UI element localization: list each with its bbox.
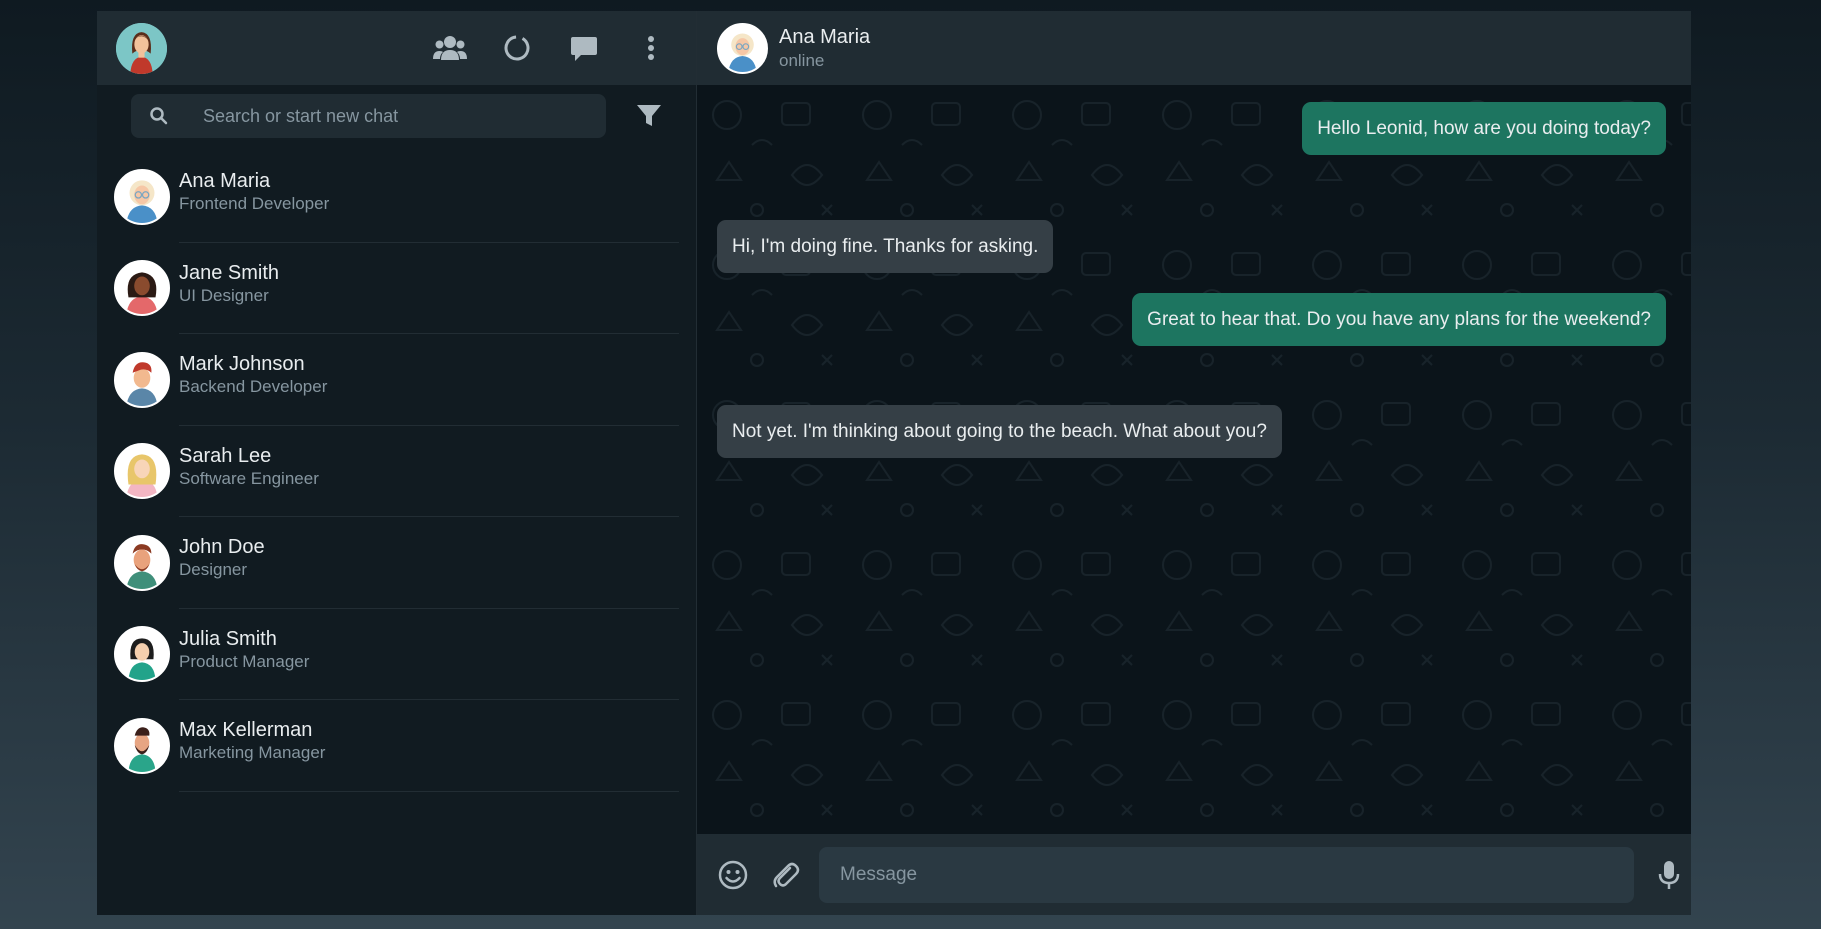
chat-app: Ana Maria Frontend Developer Jane Smith … (97, 11, 1691, 915)
chat-list-item[interactable]: John Doe Designer (97, 517, 696, 609)
sidebar: Ana Maria Frontend Developer Jane Smith … (97, 11, 697, 915)
chat-name: John Doe (179, 536, 265, 559)
filter-icon[interactable] (632, 99, 666, 133)
composer (697, 834, 1691, 915)
chat-name: Jane Smith (179, 261, 280, 284)
attach-icon[interactable] (767, 857, 803, 893)
chat-subtitle: UI Designer (179, 285, 269, 305)
search-row (97, 85, 696, 147)
status-icon[interactable] (500, 31, 534, 65)
contact-avatar (114, 260, 170, 317)
contact-avatar (114, 168, 170, 225)
chat-subtitle: Designer (179, 560, 248, 580)
message-bubble-outgoing[interactable]: Great to hear that. Do you have any plan… (1132, 293, 1666, 346)
my-avatar[interactable] (116, 22, 167, 74)
contact-avatar (114, 443, 170, 500)
contact-avatar (114, 626, 170, 683)
message-bubble-incoming[interactable]: Hi, I'm doing fine. Thanks for asking. (717, 220, 1054, 273)
new-chat-icon[interactable] (567, 31, 601, 65)
chat-name: Max Kellerman (179, 719, 313, 742)
chat-list-item[interactable]: Jane Smith UI Designer (97, 243, 696, 334)
chat-name: Julia Smith (179, 627, 277, 650)
message-input[interactable] (819, 846, 1634, 903)
chat-list-item[interactable]: Mark Johnson Backend Developer (97, 334, 696, 426)
chat-subtitle: Marketing Manager (179, 743, 326, 763)
search-icon (150, 107, 168, 125)
emoji-icon[interactable] (715, 857, 751, 893)
contact-avatar (114, 351, 170, 408)
search-input[interactable] (203, 105, 583, 127)
chat-wallpaper (697, 85, 1691, 834)
contact-status: online (779, 51, 825, 70)
chat-list-item[interactable]: Julia Smith Product Manager (97, 609, 696, 700)
chat-subtitle: Product Manager (179, 651, 310, 671)
contact-avatar (114, 534, 170, 591)
contact-avatar (114, 717, 170, 774)
sidebar-header (97, 11, 696, 85)
microphone-icon[interactable] (1651, 857, 1687, 893)
message-area: Hello Leonid, how are you doing today? H… (697, 85, 1691, 834)
conversation-header[interactable]: Ana Maria online (697, 11, 1691, 85)
chat-list-item[interactable]: Max Kellerman Marketing Manager (97, 700, 696, 792)
chat-subtitle: Frontend Developer (179, 194, 330, 214)
chat-name: Sarah Lee (179, 444, 272, 467)
chat-subtitle: Backend Developer (179, 377, 328, 397)
communities-icon[interactable] (433, 31, 467, 65)
search-box[interactable] (131, 94, 606, 138)
conversation-panel: Ana Maria online Hello Leonid, how are y… (697, 11, 1691, 915)
chat-name: Mark Johnson (179, 353, 305, 376)
chat-subtitle: Software Engineer (179, 468, 319, 488)
chat-list: Ana Maria Frontend Developer Jane Smith … (97, 147, 696, 915)
contact-avatar (717, 22, 768, 74)
chat-list-item[interactable]: Sarah Lee Software Engineer (97, 426, 696, 517)
chat-name: Ana Maria (179, 170, 271, 193)
message-bubble-outgoing[interactable]: Hello Leonid, how are you doing today? (1302, 102, 1666, 155)
menu-icon[interactable] (634, 31, 668, 65)
message-bubble-incoming[interactable]: Not yet. I'm thinking about going to the… (717, 405, 1282, 458)
contact-name: Ana Maria (779, 26, 871, 48)
chat-list-item[interactable]: Ana Maria Frontend Developer (97, 151, 696, 243)
